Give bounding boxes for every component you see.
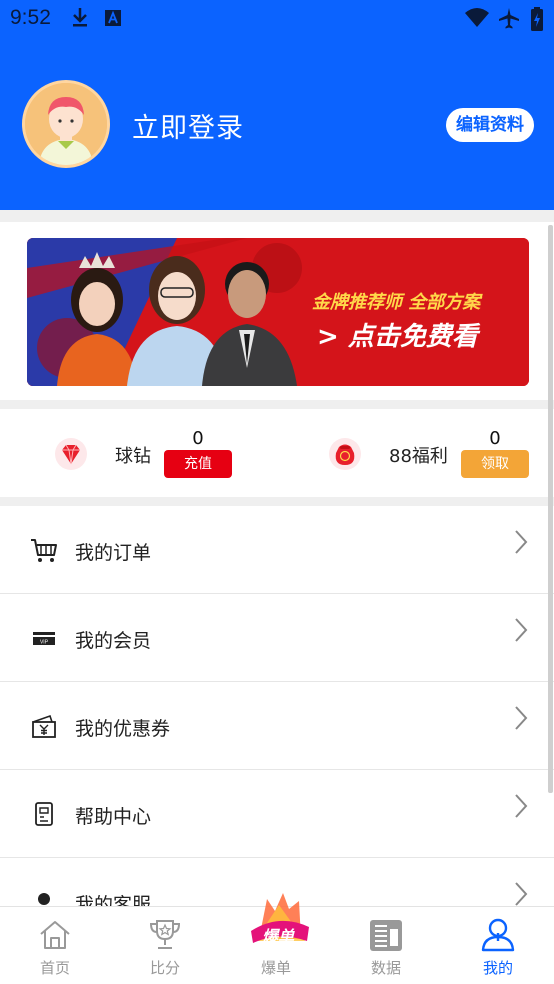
- claim-button[interactable]: 领取: [461, 450, 529, 478]
- menu-label-orders: 我的订单: [75, 542, 152, 564]
- asset-label-welfare: 88福利: [389, 446, 448, 467]
- tab-home[interactable]: 首页: [0, 907, 110, 984]
- avatar[interactable]: [22, 80, 110, 168]
- tab-label-hot-orders: 爆单: [260, 959, 291, 977]
- menu-item-orders[interactable]: 我的订单: [0, 506, 554, 594]
- vip-card-icon: VIP: [33, 632, 55, 646]
- download-icon: [73, 8, 87, 27]
- status-time: 9:52: [10, 6, 51, 29]
- asset-value-welfare: 0: [489, 428, 501, 449]
- edit-profile-button[interactable]: 编辑资料: [446, 108, 534, 142]
- user-icon: [481, 918, 515, 952]
- banner-cta: > 点击免费看: [317, 322, 478, 352]
- diamond-icon: [55, 438, 87, 470]
- menu-label-membership: 我的会员: [75, 630, 152, 652]
- home-icon: [40, 921, 70, 949]
- coupon-icon: [32, 714, 56, 738]
- tab-hot-orders[interactable]: 爆单 爆单: [221, 893, 331, 984]
- login-link[interactable]: 立即登录: [132, 106, 244, 145]
- tab-label-mine: 我的: [482, 959, 513, 977]
- menu-item-help[interactable]: 帮助中心: [0, 770, 554, 858]
- menu-item-membership[interactable]: VIP 我的会员: [0, 594, 554, 682]
- tab-data[interactable]: 数据: [331, 907, 441, 984]
- airplane-icon: [499, 8, 519, 29]
- tab-label-home: 首页: [39, 959, 70, 977]
- tab-label-scores: 比分: [149, 959, 180, 977]
- chevron-right-icon: [515, 706, 528, 730]
- menu-label-coupons: 我的优惠券: [75, 718, 171, 740]
- data-icon: [370, 920, 402, 951]
- banner-card: 金牌推荐师 全部方案 > 点击免费看: [0, 222, 554, 400]
- profile-header: 9:52 立即登录 编辑资料: [0, 0, 554, 210]
- tab-label-data: 数据: [370, 959, 401, 977]
- help-icon: [35, 802, 53, 826]
- chevron-right-icon: [515, 618, 528, 642]
- status-bar: 9:52: [0, 0, 554, 38]
- assets-row: 球钻 0 充值 88福利 0 领取: [0, 409, 554, 497]
- banner-headline: 金牌推荐师 全部方案: [312, 292, 481, 313]
- svg-text:VIP: VIP: [40, 640, 49, 646]
- battery-icon: [531, 7, 543, 31]
- wifi-icon: [465, 8, 489, 27]
- promo-banner[interactable]: 金牌推荐师 全部方案 > 点击免费看: [27, 238, 529, 386]
- cart-icon: [31, 539, 57, 562]
- bottom-tab-bar: 首页 比分 爆单 爆单 数据 我的: [0, 893, 554, 984]
- tab-scores[interactable]: 比分: [110, 907, 220, 984]
- chevron-right-icon: [515, 882, 528, 906]
- recharge-button[interactable]: 充值: [164, 450, 232, 478]
- chevron-right-icon: [515, 794, 528, 818]
- a-notification-icon: [105, 10, 121, 26]
- scrollbar[interactable]: [548, 225, 553, 793]
- trophy-icon: [149, 920, 181, 949]
- tab-mine[interactable]: 我的: [443, 907, 553, 984]
- asset-label-diamond: 球钻: [115, 446, 151, 467]
- hot-badge-text: 爆单: [261, 927, 294, 946]
- menu-item-coupons[interactable]: 我的优惠券: [0, 682, 554, 770]
- red-envelope-icon: [329, 438, 361, 470]
- chevron-right-icon: [515, 530, 528, 554]
- asset-value-diamond: 0: [192, 428, 204, 449]
- menu-list: 我的订单 VIP 我的会员 我的优惠券 帮助中心 我的客服: [0, 506, 554, 946]
- avatar-person-icon: [25, 83, 107, 165]
- menu-label-help: 帮助中心: [75, 806, 152, 828]
